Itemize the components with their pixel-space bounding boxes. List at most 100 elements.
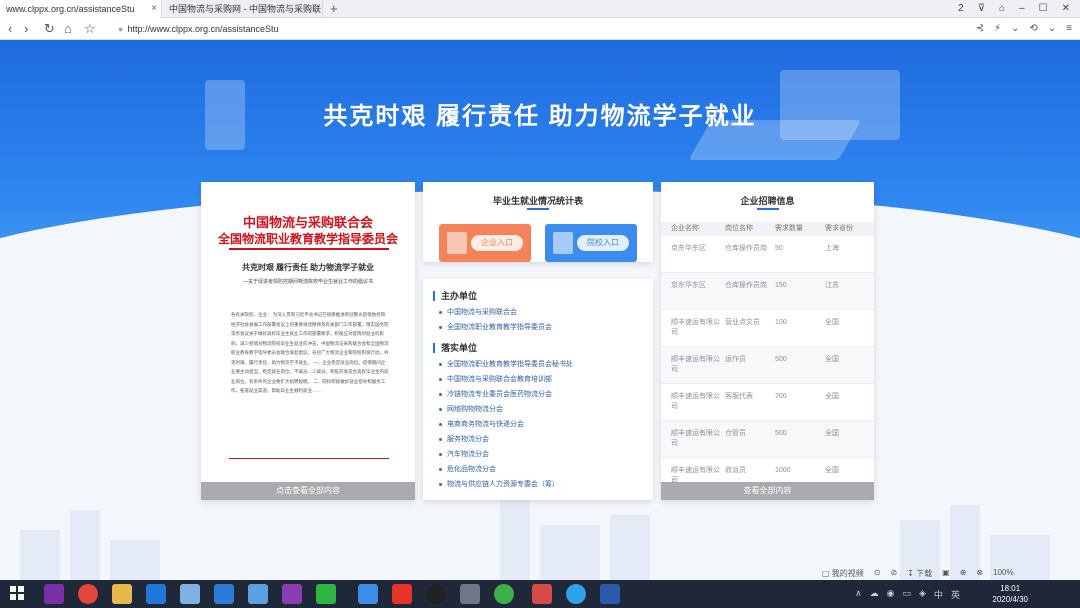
tab-assistance[interactable]: www.clppx.org.cn/assistanceStu × [0,0,162,18]
shield-icon[interactable]: ⊽ [978,0,985,18]
building-icon [447,232,467,254]
table-row[interactable]: 京东华东区 仓库操作员岗 50 上海 [661,236,874,273]
chevron-down-icon[interactable]: ⌄ [1048,21,1056,37]
maximize-button[interactable]: ☐ [1039,0,1048,18]
cell-company: 顺丰速运有限公司 [671,356,720,373]
back-icon[interactable]: ‹ [8,20,12,38]
view-all-jobs-button[interactable]: 查看全部内容 [661,482,874,500]
table-row[interactable]: 顺丰速运有限公司 仓管员 500 全国 [661,421,874,458]
wechat-icon[interactable] [316,584,336,604]
enterprise-entry-button[interactable]: 企业入口 [439,224,531,262]
app-icon[interactable] [566,584,586,604]
address-right-controls: ⊰ ⚡ ⌄ ⟲ ⌄ ≡ [976,21,1072,37]
list-item[interactable]: 电商商务物流与快递分会 [439,417,653,432]
360-browser-icon[interactable] [494,584,514,604]
list-item[interactable]: 全国物流职业教育教学指导委员会 [439,320,653,335]
windows-start-icon[interactable] [10,586,24,600]
red-app-icon[interactable] [392,584,412,604]
cell-province: 全国 [825,430,839,437]
col-province: 需求省份 [825,225,853,232]
star-icon[interactable]: ☆ [84,20,96,38]
settings-icon[interactable]: ⊗ [976,568,983,580]
forward-icon[interactable]: › [24,20,28,38]
view-full-doc-button[interactable]: 点击查看全部内容 [201,482,415,500]
list-item[interactable]: 全国物流职业教育教学指导委员会秘书处 [439,357,653,372]
cell-company: 京东华东区 [671,245,706,252]
qq-icon[interactable] [426,584,446,604]
block-icon[interactable]: ⊘ [890,568,897,580]
cell-quantity: 500 [775,430,787,437]
table-row[interactable]: 顺丰速运有限公司 客服代表 700 全国 [661,384,874,421]
ime-icon[interactable]: 中 [934,588,943,601]
list-item[interactable]: 物流与供应链人力资源专委会（筹） [439,477,653,492]
minimize-button[interactable]: – [1019,0,1025,18]
cell-quantity: 1000 [775,467,791,474]
url-field[interactable]: ● http://www.clppx.org.cn/assistanceStu [118,21,958,37]
tab-clpp[interactable]: 中国物流与采购网 - 中国物流与采购联 [163,0,323,18]
cell-company: 顺丰速运有限公司 [671,467,720,482]
zoom-icon[interactable]: ⊕ [960,568,967,580]
my-video-button[interactable]: ▢ 我的视频 [822,568,864,580]
chrome-icon[interactable] [78,584,98,604]
edge-icon[interactable] [146,584,166,604]
table-row[interactable]: 京东华东区 仓库操作员岗 150 江苏 [661,273,874,310]
wechat-tray-icon[interactable]: ◉ [887,588,895,601]
clock[interactable]: 18:01 2020/4/30 [992,583,1028,605]
banner-title: 共克时艰 履行责任 助力物流学子就业 [323,103,757,130]
list-item[interactable]: 冷链物流专业委员会医药物流分会 [439,387,653,402]
school-icon [553,232,573,254]
school-entry-button[interactable]: 院校入口 [545,224,637,262]
cell-quantity: 50 [775,245,783,252]
list-item[interactable]: 危化品物流分会 [439,462,653,477]
table-row[interactable]: 顺丰速运有限公司 收派员 1000 全国 [661,458,874,482]
proposal-document-card[interactable]: 中国物流与采购联合会 全国物流职业教育教学指导委员会 共克时艰 履行责任 助力物… [201,182,415,500]
list-item[interactable]: 中国物流与采购联合会教育培训部 [439,372,653,387]
onenote-icon[interactable] [282,584,302,604]
calculator-icon[interactable] [460,584,480,604]
cell-quantity: 150 [775,282,787,289]
lightning-icon[interactable]: ⚡ [994,21,1001,37]
new-tab-button[interactable]: + [330,0,338,18]
table-row[interactable]: 顺丰速运有限公司 运作员 500 全国 [661,347,874,384]
zoom-level[interactable]: 100% [993,568,1013,580]
ie-icon[interactable] [214,584,234,604]
chevron-down-icon[interactable]: ⌄ [1011,21,1019,37]
close-window-button[interactable]: ✕ [1062,0,1070,18]
cell-province: 全国 [825,319,839,326]
title-underline [757,208,779,210]
window-controls: 2 ⊽ ⌂ – ☐ ✕ [958,0,1080,18]
battery-icon[interactable]: ▭ [903,588,912,601]
folder-icon[interactable] [112,584,132,604]
files-icon[interactable] [180,584,200,604]
onenote-icon[interactable] [44,584,64,604]
list-item[interactable]: 服务物流分会 [439,432,653,447]
home-icon[interactable]: ⌂ [999,0,1005,18]
menu-icon[interactable]: ≡ [1066,21,1072,37]
word-icon[interactable] [600,584,620,604]
home-icon[interactable]: ⌂ [64,20,72,38]
undo-icon[interactable]: ⟲ [1029,21,1037,37]
tray-expand-icon[interactable]: ∧ [855,588,862,601]
language-indicator[interactable]: 英 [951,588,960,601]
table-row[interactable]: 顺丰速运有限公司 营业点文员 100 全国 [661,310,874,347]
list-item[interactable]: 中国物流与采购联合会 [439,305,653,320]
volume-icon[interactable]: ◈ [919,588,926,601]
list-item[interactable]: 汽车物流分会 [439,447,653,462]
implementing-units-heading: 落实单位 [433,343,653,353]
browser-icon[interactable] [248,584,268,604]
close-tab-icon[interactable]: × [151,0,157,18]
cloud-icon[interactable]: ☁ [870,588,879,601]
tab-count-icon[interactable]: 2 [958,0,964,18]
list-item[interactable]: 网络购物物流分会 [439,402,653,417]
reload-icon[interactable]: ↻ [44,20,55,38]
app-icon[interactable] [532,584,552,604]
status-icon[interactable]: ⊙ [874,568,881,580]
doc-red-divider-bottom [229,458,389,459]
jobs-table-body[interactable]: 京东华东区 仓库操作员岗 50 上海 京东华东区 仓库操作员岗 150 江苏 顺丰速运有限公… [661,236,874,482]
cell-quantity: 700 [775,393,787,400]
share-icon[interactable]: ⊰ [976,21,984,37]
download-button[interactable]: ↧ 下载 [907,568,932,580]
search-app-icon[interactable] [358,584,378,604]
stats-title: 毕业生就业情况统计表 [492,196,583,206]
screen-icon[interactable]: ▣ [942,568,950,580]
